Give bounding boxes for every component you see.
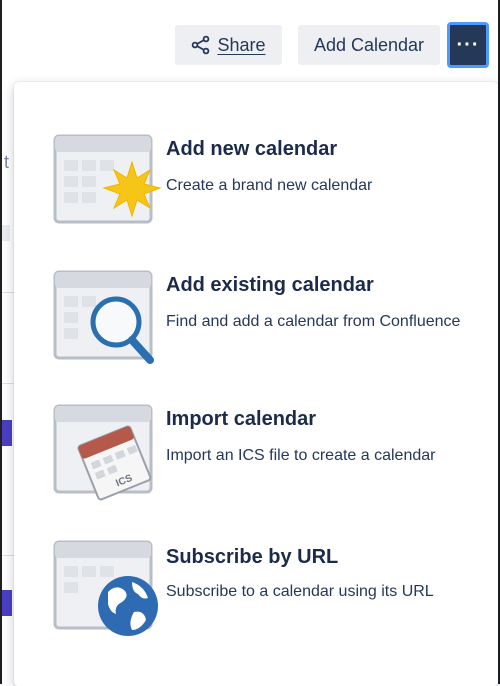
more-actions-button[interactable]: ··· — [447, 22, 489, 68]
menu-item-import-calendar[interactable]: ICS Import calendar Import an ICS file t… — [14, 404, 498, 514]
menu-item-title: Import calendar — [166, 408, 317, 430]
calendar-globe-icon — [52, 540, 162, 640]
window-edge-left — [0, 0, 2, 684]
menu-item-add-existing-calendar[interactable]: Add existing calendar Find and add a cal… — [14, 270, 498, 380]
calendar-toolbar: Share Add Calendar ··· — [0, 22, 500, 70]
share-button[interactable]: Share — [175, 25, 282, 65]
menu-item-add-new-calendar[interactable]: Add new calendar Create a brand new cale… — [14, 134, 498, 244]
share-icon — [192, 35, 210, 55]
menu-item-subscribe-by-url[interactable]: Subscribe by URL Subscribe to a calendar… — [14, 540, 498, 650]
share-button-label: Share — [217, 34, 266, 55]
background-text-fragment: t — [4, 152, 10, 172]
background-divider — [2, 292, 14, 293]
add-calendar-button[interactable]: Add Calendar — [298, 25, 440, 65]
calendar-sparkle-icon — [52, 134, 162, 234]
menu-item-description: Create a brand new calendar — [166, 177, 373, 194]
menu-item-title: Add existing calendar — [166, 274, 374, 296]
background-event-bar — [2, 420, 12, 446]
menu-item-description: Import an ICS file to create a calendar — [166, 447, 436, 464]
calendar-import-icon: ICS — [52, 404, 162, 504]
background-divider — [2, 383, 14, 384]
background-row — [2, 225, 10, 241]
menu-item-description: Find and add a calendar from Confluence — [166, 313, 461, 330]
add-calendar-menu: Add new calendar Create a brand new cale… — [14, 82, 498, 686]
menu-item-title: Add new calendar — [166, 138, 338, 160]
background-divider — [2, 555, 14, 556]
background-event-bar — [2, 590, 12, 616]
menu-item-description: Subscribe to a calendar using its URL — [166, 583, 434, 600]
menu-item-title: Subscribe by URL — [166, 546, 339, 568]
calendar-search-icon — [52, 270, 162, 370]
